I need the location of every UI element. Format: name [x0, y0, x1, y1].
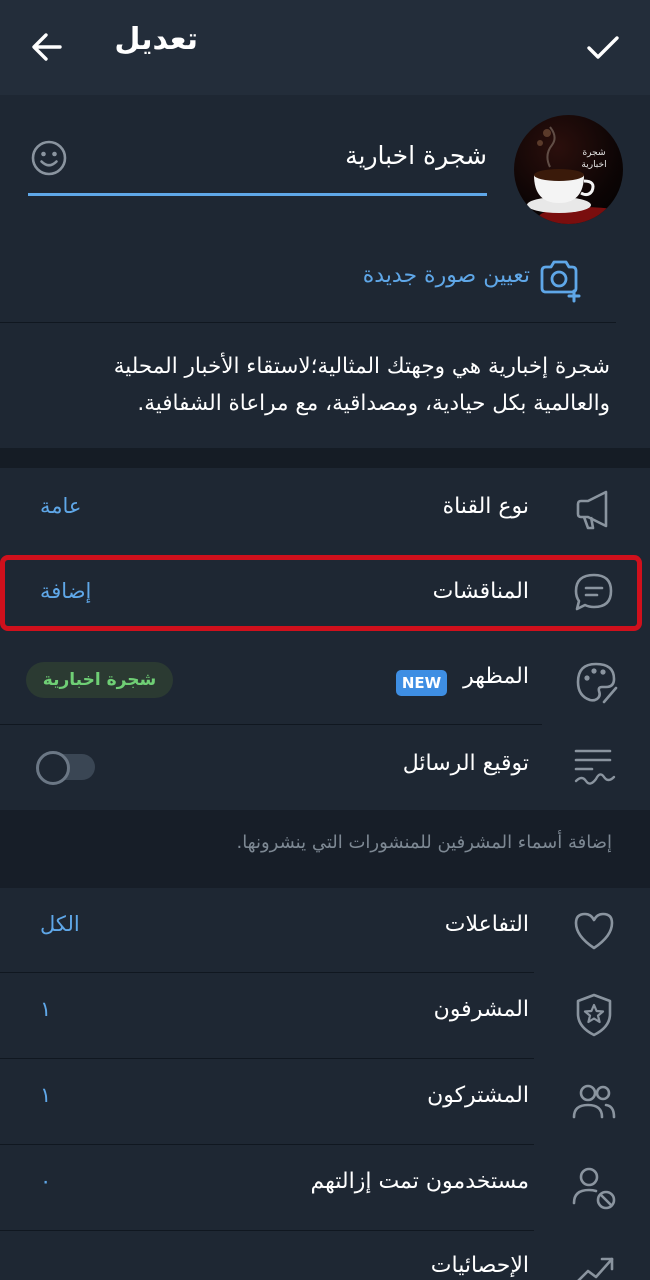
set-photo-label: تعيين صورة جديدة [362, 263, 530, 288]
removed-users-label: مستخدمون تمت إزالتهم [310, 1169, 529, 1194]
subscribers-value: ١ [40, 1083, 52, 1107]
smiley-icon [31, 140, 67, 176]
channel-name-field[interactable]: شجرة اخبارية [28, 133, 487, 196]
back-button[interactable] [22, 22, 72, 72]
appearance-label: المظهر [463, 664, 529, 689]
confirm-button[interactable] [578, 22, 628, 72]
top-bar: تعديل [0, 0, 650, 95]
appearance-row[interactable]: المظهر NEW شجرة اخبارية [0, 638, 650, 724]
heart-icon [574, 912, 614, 950]
arrow-left-icon [32, 33, 62, 61]
highlight-frame [0, 555, 642, 631]
checkmark-icon [587, 36, 619, 59]
users-icon [572, 1084, 616, 1119]
channel-info-section: شجرة اخبارية شجرة اخبارية تعيين صورة جدي… [0, 95, 650, 448]
channel-type-value: عامة [40, 494, 82, 518]
channel-name-value: شجرة اخبارية [345, 141, 487, 170]
sign-hint-text: إضافة أسماء المشرفين للمنشورات التي ينشر… [236, 832, 612, 853]
reactions-value: الكل [40, 912, 80, 936]
admins-label: المشرفون [433, 997, 529, 1022]
section-gap [0, 448, 650, 468]
channel-type-row[interactable]: نوع القناة عامة [0, 468, 650, 553]
toggle-knob [36, 751, 70, 785]
channel-description[interactable]: شجرة إخبارية هي وجهتك المثالية؛لاستقاء ا… [45, 348, 610, 422]
set-photo-button[interactable]: تعيين صورة جديدة [340, 255, 590, 305]
management-section: التفاعلات الكل المشرفون ١ المشتركون ١ مس… [0, 888, 650, 1280]
settings-section: نوع القناة عامة المناقشات إضافة المظهر N… [0, 468, 650, 810]
add-photo-icon [540, 260, 581, 303]
statistics-row[interactable]: الإحصائيات [0, 1231, 650, 1280]
subscribers-row[interactable]: المشتركون ١ [0, 1059, 650, 1144]
sign-messages-toggle[interactable] [36, 751, 95, 785]
page-title: تعديل [114, 22, 198, 57]
channel-avatar[interactable]: شجرة اخبارية [514, 115, 623, 224]
admins-row[interactable]: المشرفون ١ [0, 973, 650, 1058]
removed-users-value: ٠ [40, 1169, 52, 1193]
statistics-label: الإحصائيات [430, 1253, 529, 1278]
shield-star-icon [576, 993, 612, 1037]
reactions-label: التفاعلات [444, 912, 529, 937]
sign-messages-row[interactable]: توقيع الرسائل [0, 725, 650, 810]
appearance-chip: شجرة اخبارية [26, 662, 173, 698]
palette-icon [576, 662, 618, 704]
sign-hint-section: إضافة أسماء المشرفين للمنشورات التي ينشر… [0, 810, 650, 888]
emoji-button[interactable] [28, 137, 70, 179]
removed-users-row[interactable]: مستخدمون تمت إزالتهم ٠ [0, 1145, 650, 1230]
new-badge: NEW [396, 670, 447, 696]
subscribers-label: المشتركون [427, 1083, 529, 1108]
avatar-caption: شجرة اخبارية [581, 148, 607, 170]
admins-value: ١ [40, 997, 52, 1021]
signature-icon [574, 749, 616, 785]
reactions-row[interactable]: التفاعلات الكل [0, 888, 650, 972]
user-blocked-icon [572, 1167, 616, 1210]
megaphone-icon [576, 490, 608, 530]
sign-messages-label: توقيع الرسائل [402, 751, 529, 776]
trending-up-icon [577, 1257, 614, 1280]
channel-type-label: نوع القناة [442, 494, 529, 519]
divider [0, 322, 616, 323]
